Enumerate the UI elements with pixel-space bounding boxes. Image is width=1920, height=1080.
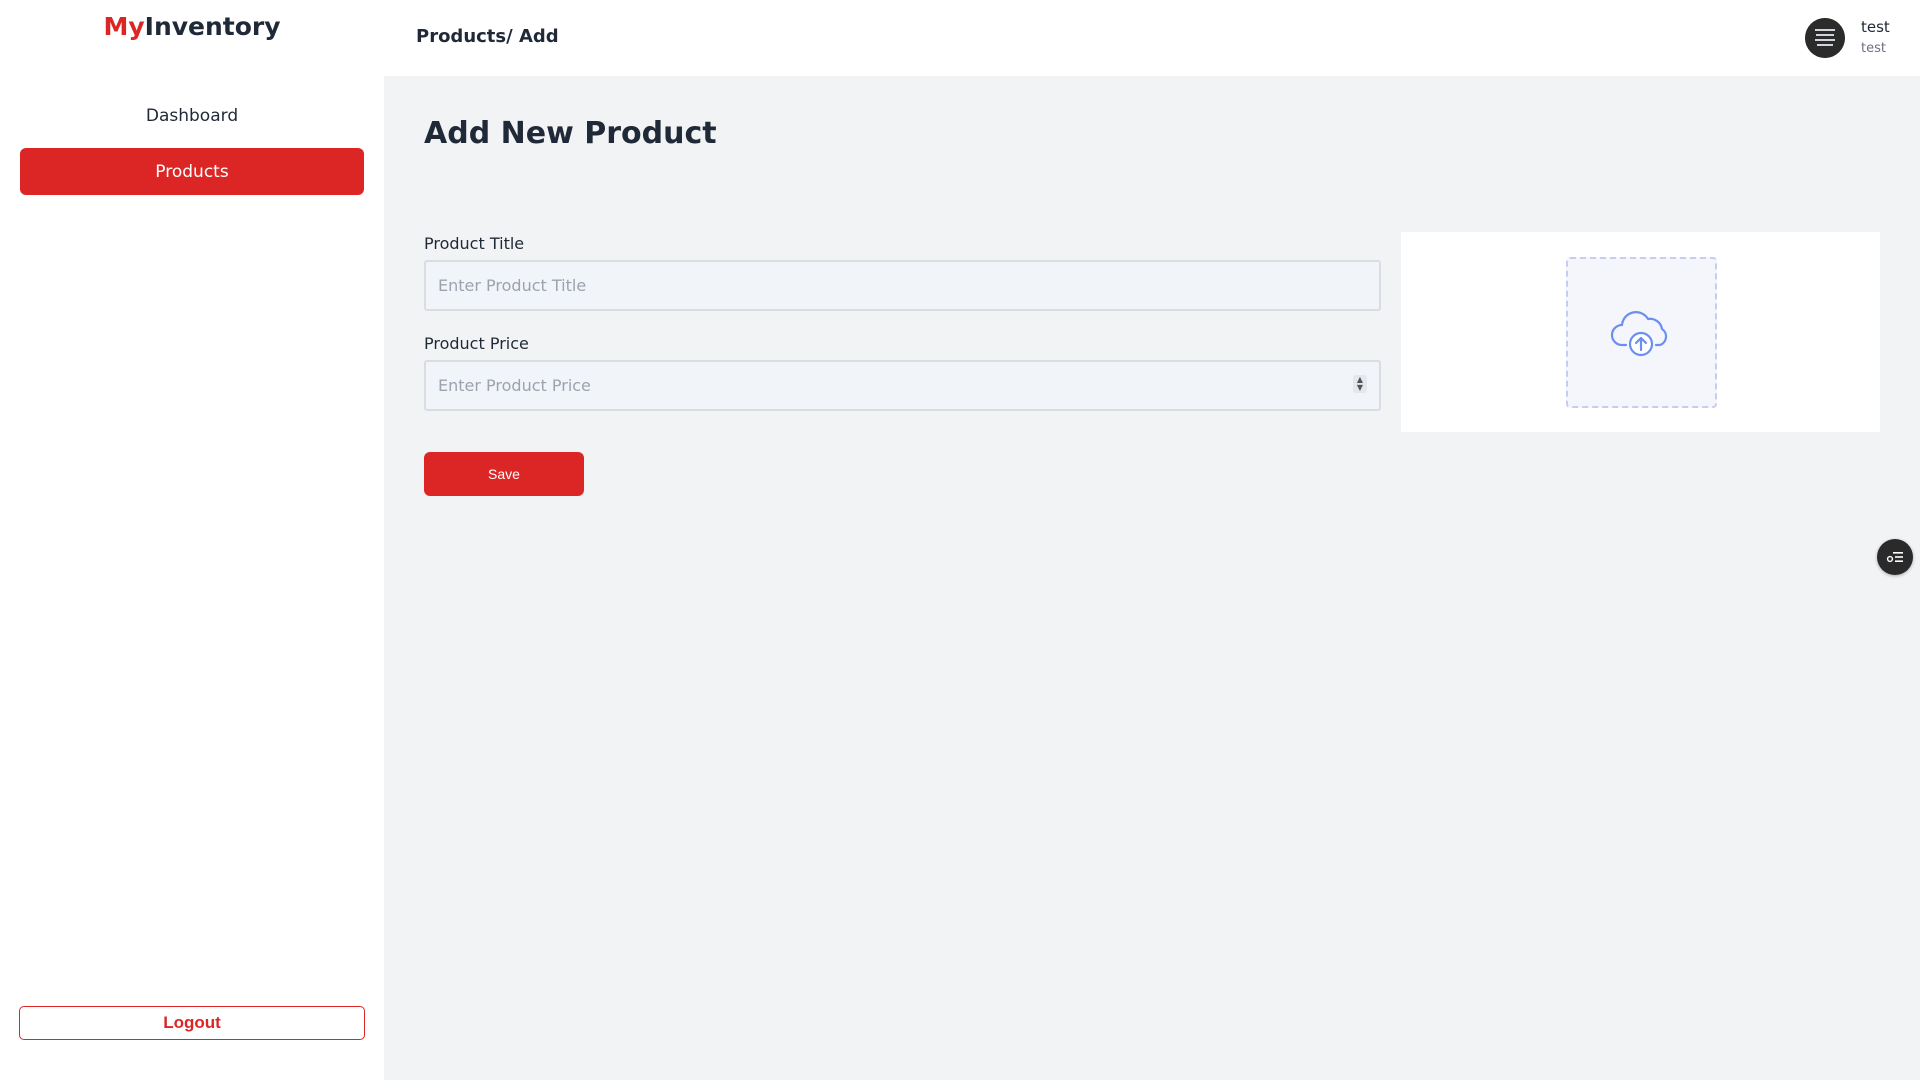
image-upload-card bbox=[1401, 232, 1880, 432]
product-price-input[interactable] bbox=[424, 360, 1381, 411]
price-stepper[interactable]: ▲ ▼ bbox=[1353, 375, 1367, 393]
avatar-image-icon bbox=[1805, 18, 1845, 58]
main-content: Add New Product Product Title Product Pr… bbox=[384, 76, 1920, 1080]
product-title-label: Product Title bbox=[424, 234, 525, 253]
brand-suffix: Inventory bbox=[144, 12, 281, 41]
page-title: Add New Product bbox=[424, 116, 717, 151]
brand-logo[interactable]: MyInventory bbox=[0, 12, 384, 41]
product-price-label: Product Price bbox=[424, 334, 529, 353]
sidebar: MyInventory Dashboard Products Logout bbox=[0, 0, 384, 1080]
brand-prefix: My bbox=[103, 12, 145, 41]
avatar[interactable] bbox=[1805, 18, 1845, 58]
list-settings-icon bbox=[1886, 552, 1903, 563]
app-root: MyInventory Dashboard Products Logout Pr… bbox=[0, 0, 1920, 1080]
logout-button[interactable]: Logout bbox=[19, 1006, 365, 1040]
sidebar-item-label: Dashboard bbox=[145, 105, 239, 126]
chevron-down-icon[interactable]: ▼ bbox=[1357, 384, 1363, 392]
floating-action-button[interactable] bbox=[1877, 539, 1913, 575]
sidebar-item-label: Products bbox=[155, 161, 229, 182]
image-dropzone[interactable] bbox=[1566, 257, 1717, 408]
product-price-field: ▲ ▼ bbox=[424, 360, 1381, 411]
save-button[interactable]: Save bbox=[424, 452, 584, 496]
top-header: Products/ Add test test bbox=[384, 0, 1920, 76]
cloud-upload-icon bbox=[1610, 310, 1667, 356]
sidebar-item-products[interactable]: Products bbox=[20, 148, 364, 195]
user-name: test bbox=[1861, 18, 1890, 36]
sidebar-item-dashboard[interactable]: Dashboard bbox=[20, 92, 364, 139]
breadcrumb: Products/ Add bbox=[416, 26, 559, 47]
product-title-input[interactable] bbox=[424, 260, 1381, 311]
user-role: test bbox=[1861, 41, 1886, 56]
